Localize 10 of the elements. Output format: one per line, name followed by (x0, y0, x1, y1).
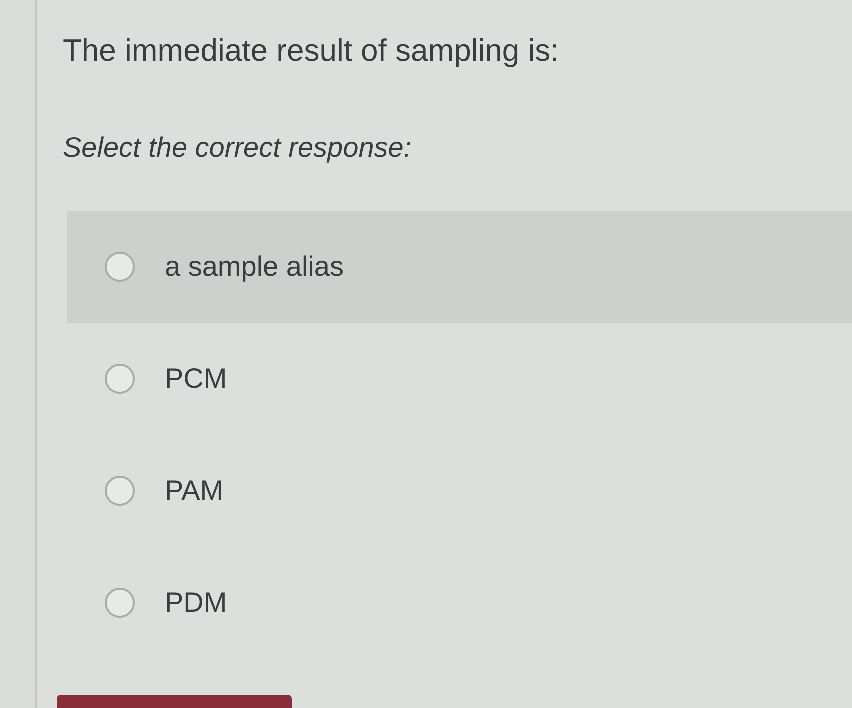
option-label[interactable]: a sample alias (165, 246, 344, 288)
option-label[interactable]: PCM (165, 358, 228, 400)
option-label[interactable]: PAM (165, 470, 224, 512)
radio-button[interactable] (105, 252, 135, 282)
option-label[interactable]: PDM (165, 582, 228, 624)
radio-button[interactable] (105, 476, 135, 506)
radio-button[interactable] (105, 364, 135, 394)
radio-button[interactable] (105, 588, 135, 618)
question-text: The immediate result of sampling is: (63, 32, 560, 70)
instruction-text: Select the correct response: (63, 130, 413, 165)
